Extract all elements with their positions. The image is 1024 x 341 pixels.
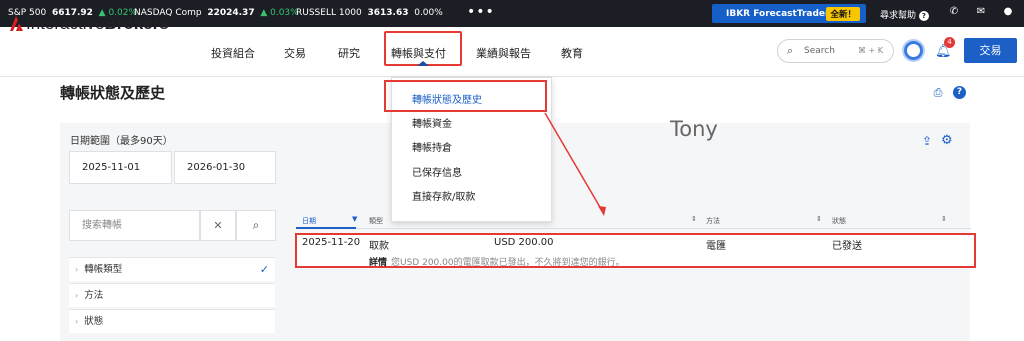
nav-performance-reports[interactable]: 業績與報告 — [476, 45, 531, 61]
active-nav-indicator — [417, 61, 429, 66]
forecasttrader-promo-button[interactable]: IBKR ForecastTrader 全新！ — [712, 4, 866, 23]
transfer-search-input[interactable]: 搜索轉帳 — [69, 210, 200, 241]
date-from-field[interactable]: 2025-11-01 — [69, 151, 172, 184]
filter-status[interactable]: › 狀態 — [69, 309, 275, 333]
new-badge: 全新！ — [826, 7, 860, 21]
trade-button[interactable]: 交易 — [964, 38, 1017, 63]
notification-count-badge: 4 — [944, 37, 955, 48]
col-method[interactable]: 方法 — [706, 216, 720, 226]
nav-portfolio[interactable]: 投資組合 — [211, 45, 255, 61]
row-date: 2025-11-20 — [302, 237, 361, 248]
date-to-field[interactable]: 2026-01-30 — [174, 151, 276, 184]
interactive-brokers-logo[interactable]: InteractiveBrokers — [8, 14, 169, 34]
sort-icon[interactable]: ⇕ — [941, 215, 947, 223]
mail-icon[interactable]: ✉ — [975, 6, 987, 18]
gear-icon[interactable]: ⚙ — [941, 133, 953, 148]
close-icon: ✕ — [213, 219, 223, 232]
row-status: 已發送 — [832, 241, 862, 252]
filter-method[interactable]: › 方法 — [69, 283, 275, 307]
sort-underline — [296, 227, 356, 229]
ticker-russell[interactable]: RUSSELL 1000 3613.63 0.00% — [296, 8, 443, 18]
menu-transfer-funds[interactable]: 轉帳資金 — [412, 115, 452, 130]
col-status[interactable]: 狀態 — [832, 216, 846, 226]
row-detail: 詳情 您USD 200.00的電匯取款已發出，不久將到達您的銀行。 — [369, 258, 625, 268]
help-link[interactable]: 尋求幫助 ? — [880, 8, 929, 21]
ib-logo-icon — [10, 16, 23, 31]
checkmark-icon: ✓ — [259, 263, 269, 276]
user-icon[interactable]: ● — [1002, 6, 1014, 18]
search-icon: ⌕ — [787, 44, 794, 57]
page-title: 轉帳狀態及歷史 — [60, 84, 166, 102]
sort-desc-icon[interactable]: ▼ — [352, 215, 357, 223]
menu-direct-deposit[interactable]: 直接存款/取款 — [412, 188, 475, 203]
row-type: 取款 — [369, 241, 389, 252]
nav-trade[interactable]: 交易 — [284, 45, 306, 61]
row-method: 電匯 — [706, 241, 726, 252]
sort-icon[interactable]: ⇕ — [816, 215, 822, 223]
menu-transfer-positions[interactable]: 轉帳持倉 — [412, 139, 452, 154]
share-export-icon[interactable]: ⇪ — [922, 134, 932, 148]
search-button[interactable]: ⌕ — [236, 210, 276, 241]
help-icon: ? — [918, 11, 929, 21]
search-icon: ⌕ — [252, 218, 260, 232]
col-type[interactable]: 類型 — [369, 216, 383, 226]
handwritten-annotation: Tony — [670, 117, 718, 141]
chat-icon[interactable]: ✆ — [948, 6, 960, 18]
chevron-right-icon: › — [75, 317, 79, 326]
filter-transfer-type[interactable]: › 轉帳類型 ✓ — [69, 257, 275, 281]
menu-highlight-box — [384, 80, 547, 112]
menu-saved-info[interactable]: 已保存信息 — [412, 164, 462, 179]
chevron-right-icon: › — [75, 291, 79, 300]
global-search-input[interactable]: ⌕ Search ⌘ + K — [777, 39, 894, 63]
help-question-icon[interactable]: ? — [953, 86, 966, 99]
print-icon[interactable]: ⎙ — [931, 86, 945, 100]
sort-icon[interactable]: ⇕ — [691, 215, 697, 223]
nav-education[interactable]: 教育 — [561, 45, 583, 61]
date-range-label: 日期範圍（最多90天） — [70, 136, 173, 147]
assistant-icon[interactable] — [904, 41, 923, 60]
chevron-right-icon: › — [75, 265, 79, 274]
more-tickers-button[interactable]: ••• — [467, 4, 495, 20]
nav-research[interactable]: 研究 — [338, 45, 360, 61]
row-amount: USD 200.00 — [494, 237, 554, 248]
clear-search-button[interactable]: ✕ — [200, 210, 236, 241]
col-date[interactable]: 日期 — [302, 216, 316, 226]
